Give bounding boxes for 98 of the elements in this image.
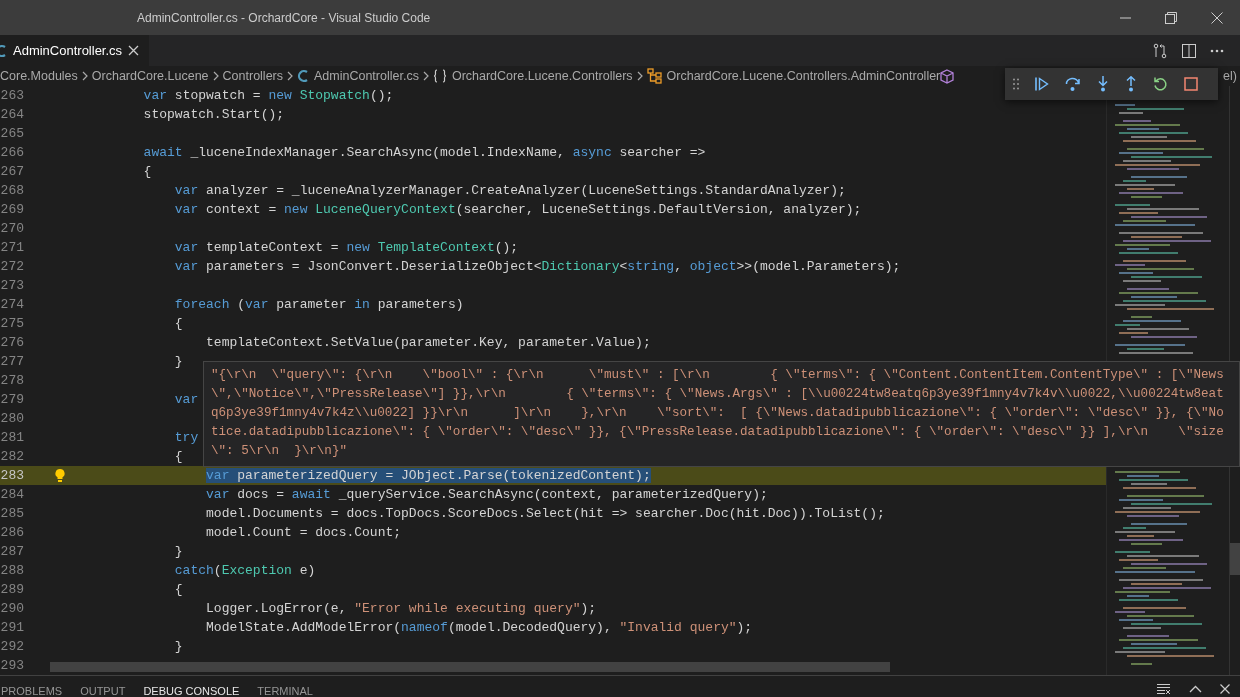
continue-icon[interactable] <box>1035 77 1049 91</box>
chevron-up-icon[interactable] <box>1189 685 1202 693</box>
code-line: { <box>173 581 183 599</box>
chevron-right-icon <box>287 71 293 81</box>
line-number: 291 <box>0 620 25 635</box>
code-line: } <box>173 353 183 371</box>
line-number: 270 <box>0 221 25 236</box>
line-number: 289 <box>0 582 25 597</box>
line-number: 275 <box>0 316 25 331</box>
line-number: 293 <box>0 658 25 673</box>
code-line: { <box>173 315 183 333</box>
line-number: 277 <box>0 354 25 369</box>
code-line: Logger.LogError(e, "Error while executing query"); <box>205 600 597 618</box>
line-number: 282 <box>0 449 25 464</box>
braces-icon <box>432 69 447 83</box>
code-line: { <box>142 163 152 181</box>
line-number: 267 <box>0 164 25 179</box>
code-line: var context = new LuceneQueryContext(searcher, LuceneSettings.DefaultVersion, analyzer); <box>173 201 862 219</box>
cube-icon <box>940 68 955 84</box>
code-line: var stopwatch = new Stopwatch(); <box>142 87 394 105</box>
line-number: 285 <box>0 506 25 521</box>
code-line: } <box>173 543 183 561</box>
line-number: 264 <box>0 107 25 122</box>
split-editor-icon[interactable] <box>1182 43 1196 58</box>
breadcrumb-item[interactable]: OrchardCore.Lucene.Controllers.AdminController <box>666 69 941 83</box>
line-number: 271 <box>0 240 25 255</box>
compare-changes-icon[interactable] <box>1152 42 1168 59</box>
chevron-right-icon <box>81 71 88 81</box>
close-icon[interactable] <box>128 45 140 56</box>
line-number: 279 <box>0 392 25 407</box>
line-number: 278 <box>0 373 25 388</box>
line-number: 280 <box>0 411 25 426</box>
breadcrumb-item[interactable]: OrchardCore.Lucene <box>91 69 209 83</box>
line-number: 281 <box>0 430 25 445</box>
chevron-right-icon <box>636 71 643 81</box>
line-number: 276 <box>0 335 25 350</box>
breadcrumb-item[interactable]: Controllers <box>222 69 283 83</box>
line-number: 273 <box>0 278 25 293</box>
more-actions-icon[interactable] <box>1210 48 1224 53</box>
code-line: var analyzer = _luceneAnalyzerManager.CreateAnalyzer(LuceneSettings.StandardAnalyzer); <box>173 182 846 200</box>
line-number: 269 <box>0 202 25 217</box>
lightbulb-icon[interactable] <box>54 468 66 482</box>
minimize-icon[interactable] <box>1119 16 1131 19</box>
code-line: var parameters = JsonConvert.DeserializeObject<Dictionary<string, object>>(model.Parameters); <box>173 258 901 276</box>
line-number: 284 <box>0 487 25 502</box>
chevron-right-icon <box>422 71 429 81</box>
line-number: 292 <box>0 639 25 654</box>
editor-tab[interactable]: AdminController.cs <box>0 35 150 66</box>
close-icon[interactable] <box>1220 684 1230 694</box>
panel-tab[interactable]: PROBLEMS <box>1 685 63 697</box>
line-number: 268 <box>0 183 25 198</box>
code-line: try <box>173 429 199 447</box>
class-icon <box>646 68 662 84</box>
line-number: 263 <box>0 88 25 103</box>
panel-tab[interactable]: TERMINAL <box>257 685 313 697</box>
panel-tab[interactable]: DEBUG CONSOLE <box>143 685 240 697</box>
code-line: } <box>173 638 183 656</box>
line-number: 286 <box>0 525 25 540</box>
code-line: var <box>173 391 199 409</box>
code-line: catch(Exception e) <box>173 562 316 580</box>
code-line: ModelState.AddModelError(nameof(model.DecodedQuery), "Invalid query"); <box>205 619 753 637</box>
code-line: var templateContext = new TemplateContext(); <box>173 239 519 257</box>
code-line: { <box>173 448 183 466</box>
breadcrumb-item[interactable]: Core.Modules <box>0 69 78 83</box>
line-number: 288 <box>0 563 25 578</box>
code-line: templateContext.SetValue(parameter.Key, parameter.Value); <box>205 334 651 352</box>
code-line: model.Count = docs.Count; <box>205 524 402 542</box>
breadcrumb-item[interactable]: AdminController.cs <box>314 69 419 83</box>
window-title: AdminController.cs - OrchardCore - Visual Studio Code <box>136 10 432 25</box>
scrollbar-thumb[interactable] <box>1230 543 1240 575</box>
breadcrumb-item[interactable]: el) <box>1223 69 1240 83</box>
csharp-file-icon <box>297 69 309 83</box>
code-line: var docs = await _queryService.SearchAsync(context, parameterizedQuery); <box>205 486 768 504</box>
code-line: stopwatch.Start(); <box>142 106 285 124</box>
step-into-icon[interactable] <box>1097 76 1109 92</box>
chevron-right-icon <box>212 71 219 81</box>
tooltip-text: "{\r\n \"query\": {\r\n \"bool\" : {\r\n \"must\" : [\r\n { \"terms\": { \"Content.ContentItem.ContentType\" : [\"News \",\"Notice\",\"PressRelease\"] }},\r\n { \"terms\": { \"News.Args\" : [\\u00224tw8eatq6p3ye39f1mny4v7k4v\\u0022,\\u00224tw8eat q6p3ye39f1mny4v7k4z\\u0022] }}\r\n ]\r\n },\r\n \"sort\": [ {\"News.datadipubblicazione\": { \"order\": \"desc\" }}, {\"No tice.datadipubblicazione\": { \"order\": \"desc\" }}, {\"PressRelease.datadipubblicazione\": { \"order\": \"desc\" }} ],\r\n \"size \": 5\r\n }\r\n}" <box>211 367 1225 460</box>
panel-tab[interactable]: OUTPUT <box>80 685 126 697</box>
scrollbar-thumb[interactable] <box>50 662 890 672</box>
close-icon[interactable] <box>1211 11 1223 24</box>
line-number: 283 <box>0 468 25 483</box>
line-number: 290 <box>0 601 25 616</box>
restart-icon[interactable] <box>1153 76 1168 92</box>
drag-handle-icon[interactable] <box>1013 78 1019 90</box>
breadcrumb-item[interactable]: OrchardCore.Lucene.Controllers <box>451 69 633 83</box>
clear-console-icon[interactable] <box>1157 683 1171 695</box>
stop-icon[interactable] <box>1184 77 1198 91</box>
code-line: await _luceneIndexManager.SearchAsync(model.IndexName, async searcher => <box>142 144 706 162</box>
code-line: model.Documents = docs.TopDocs.ScoreDocs.Select(hit => searcher.Doc(hit.Doc)).ToList(); <box>205 505 885 523</box>
line-number: 265 <box>0 126 25 141</box>
restore-icon[interactable] <box>1165 11 1177 24</box>
line-number: 266 <box>0 145 25 160</box>
code-line: foreach (var parameter in parameters) <box>173 296 464 314</box>
step-over-icon[interactable] <box>1065 76 1081 92</box>
line-number: 272 <box>0 259 25 274</box>
step-out-icon[interactable] <box>1125 76 1137 92</box>
line-number: 274 <box>0 297 25 312</box>
line-number: 287 <box>0 544 25 559</box>
